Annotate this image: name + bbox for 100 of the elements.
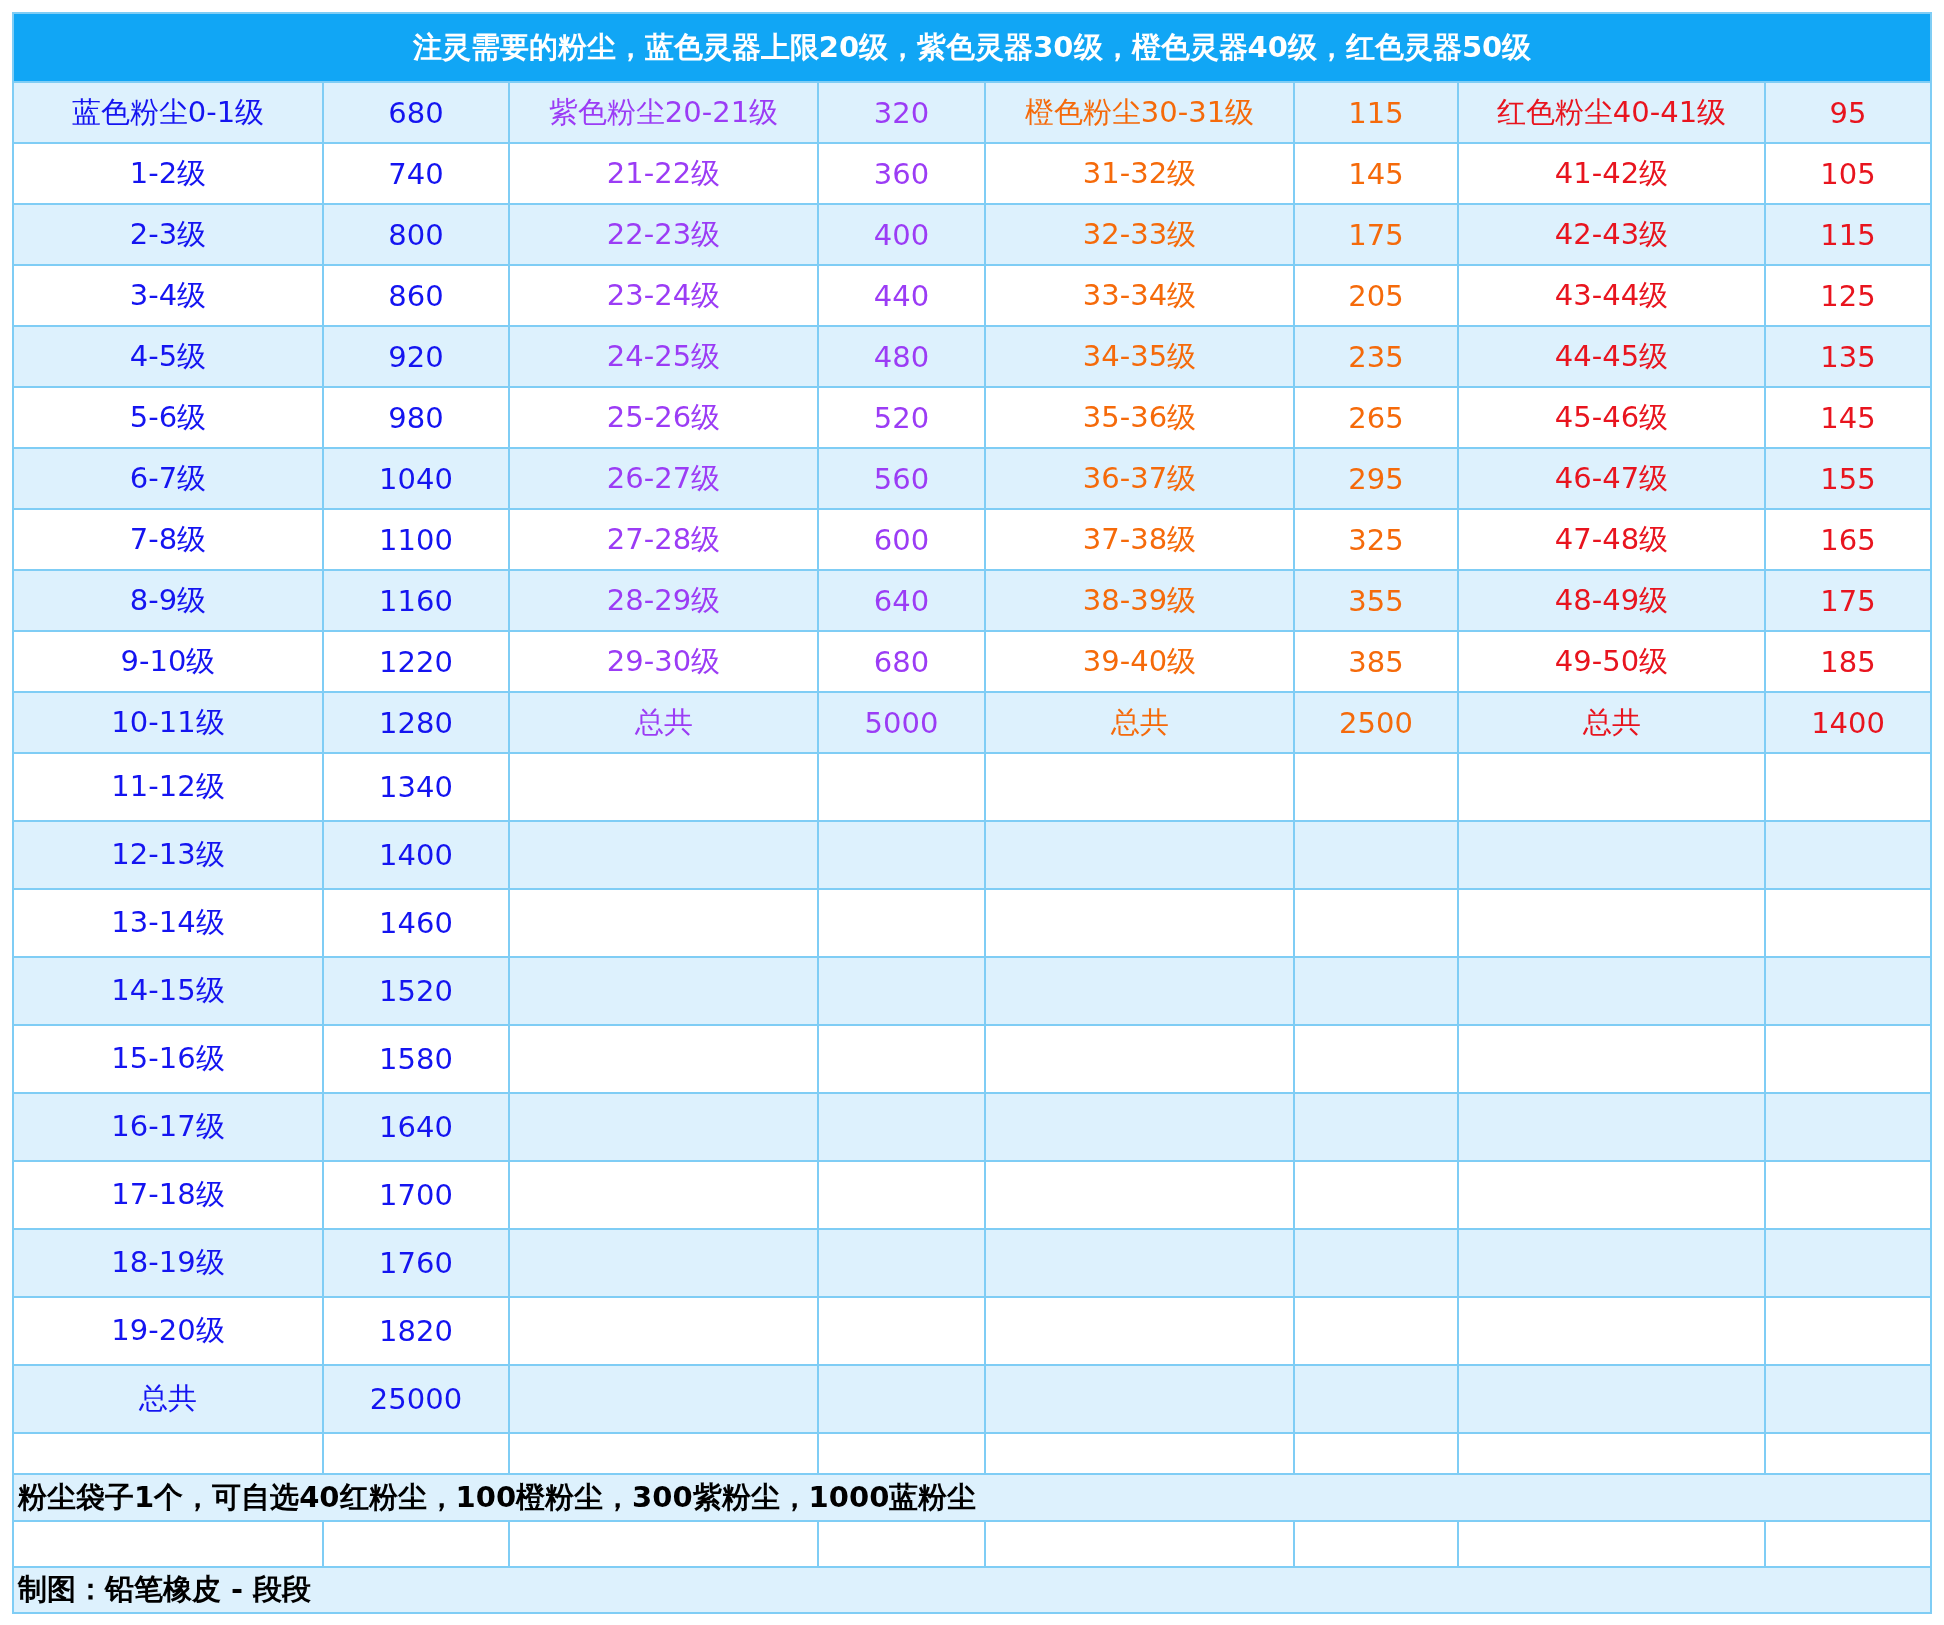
- level-cell: 32-33级: [985, 204, 1294, 265]
- amount-cell: 175: [1765, 570, 1932, 631]
- amount-cell: 115: [1294, 82, 1458, 143]
- level-cell: 蓝色粉尘0-1级: [13, 82, 323, 143]
- level-cell: 31-32级: [985, 143, 1294, 204]
- amount-cell: 265: [1294, 387, 1458, 448]
- level-cell: 4-5级: [13, 326, 323, 387]
- level-cell: 39-40级: [985, 631, 1294, 692]
- level-cell: 总共: [509, 692, 818, 753]
- amount-cell: 205: [1294, 265, 1458, 326]
- amount-cell: 1580: [323, 1025, 509, 1093]
- amount-cell: 1340: [323, 753, 509, 821]
- level-cell: 5-6级: [13, 387, 323, 448]
- amount-cell: 185: [1765, 631, 1932, 692]
- level-cell: 27-28级: [509, 509, 818, 570]
- amount-cell: 680: [818, 631, 985, 692]
- amount-cell: 740: [323, 143, 509, 204]
- level-cell: 33-34级: [985, 265, 1294, 326]
- amount-cell: 175: [1294, 204, 1458, 265]
- amount-cell: 520: [818, 387, 985, 448]
- level-cell: 23-24级: [509, 265, 818, 326]
- level-cell: 红色粉尘40-41级: [1458, 82, 1765, 143]
- amount-cell: 165: [1765, 509, 1932, 570]
- amount-cell: 2500: [1294, 692, 1458, 753]
- amount-cell: 560: [818, 448, 985, 509]
- level-cell: 22-23级: [509, 204, 818, 265]
- amount-cell: 680: [323, 82, 509, 143]
- amount-cell: 1160: [323, 570, 509, 631]
- level-cell: 24-25级: [509, 326, 818, 387]
- level-cell: 16-17级: [13, 1093, 323, 1161]
- amount-cell: 385: [1294, 631, 1458, 692]
- level-cell: 橙色粉尘30-31级: [985, 82, 1294, 143]
- amount-cell: 1400: [323, 821, 509, 889]
- level-cell: 总共: [985, 692, 1294, 753]
- amount-cell: 95: [1765, 82, 1932, 143]
- amount-cell: 800: [323, 204, 509, 265]
- level-cell: 7-8级: [13, 509, 323, 570]
- amount-cell: 1640: [323, 1093, 509, 1161]
- level-cell: 1-2级: [13, 143, 323, 204]
- amount-cell: 640: [818, 570, 985, 631]
- level-cell: 18-19级: [13, 1229, 323, 1297]
- level-cell: 36-37级: [985, 448, 1294, 509]
- level-cell: 26-27级: [509, 448, 818, 509]
- amount-cell: 1220: [323, 631, 509, 692]
- amount-cell: 1400: [1765, 692, 1932, 753]
- level-cell: 38-39级: [985, 570, 1294, 631]
- level-cell: 19-20级: [13, 1297, 323, 1365]
- level-cell: 42-43级: [1458, 204, 1765, 265]
- level-cell: 47-48级: [1458, 509, 1765, 570]
- level-cell: 总共: [1458, 692, 1765, 753]
- amount-cell: 235: [1294, 326, 1458, 387]
- amount-cell: 125: [1765, 265, 1932, 326]
- level-cell: 9-10级: [13, 631, 323, 692]
- level-cell: 29-30级: [509, 631, 818, 692]
- table-title: 注灵需要的粉尘，蓝色灵器上限20级，紫色灵器30级，橙色灵器40级，红色灵器50级: [13, 13, 1932, 82]
- note-text: 粉尘袋子1个，可自选40红粉尘，100橙粉尘，300紫粉尘，1000蓝粉尘: [13, 1474, 1932, 1521]
- level-cell: 2-3级: [13, 204, 323, 265]
- amount-cell: 295: [1294, 448, 1458, 509]
- level-cell: 13-14级: [13, 889, 323, 957]
- amount-cell: 400: [818, 204, 985, 265]
- amount-cell: 145: [1765, 387, 1932, 448]
- amount-cell: 1820: [323, 1297, 509, 1365]
- level-cell: 41-42级: [1458, 143, 1765, 204]
- amount-cell: 1280: [323, 692, 509, 753]
- level-cell: 48-49级: [1458, 570, 1765, 631]
- level-cell: 11-12级: [13, 753, 323, 821]
- amount-cell: 860: [323, 265, 509, 326]
- level-cell: 6-7级: [13, 448, 323, 509]
- amount-cell: 440: [818, 265, 985, 326]
- amount-cell: 145: [1294, 143, 1458, 204]
- level-cell: 49-50级: [1458, 631, 1765, 692]
- amount-cell: 155: [1765, 448, 1932, 509]
- amount-cell: 1760: [323, 1229, 509, 1297]
- credit-text: 制图：铅笔橡皮 - 段段: [13, 1567, 1932, 1613]
- amount-cell: 115: [1765, 204, 1932, 265]
- level-cell: 28-29级: [509, 570, 818, 631]
- amount-cell: 325: [1294, 509, 1458, 570]
- level-cell: 10-11级: [13, 692, 323, 753]
- amount-cell: 980: [323, 387, 509, 448]
- amount-cell: 320: [818, 82, 985, 143]
- level-cell: 14-15级: [13, 957, 323, 1025]
- level-cell: 17-18级: [13, 1161, 323, 1229]
- level-cell: 紫色粉尘20-21级: [509, 82, 818, 143]
- amount-cell: 105: [1765, 143, 1932, 204]
- level-cell: 21-22级: [509, 143, 818, 204]
- amount-cell: 360: [818, 143, 985, 204]
- level-cell: 43-44级: [1458, 265, 1765, 326]
- amount-cell: 355: [1294, 570, 1458, 631]
- amount-cell: 480: [818, 326, 985, 387]
- level-cell: 45-46级: [1458, 387, 1765, 448]
- amount-cell: 1100: [323, 509, 509, 570]
- amount-cell: 1460: [323, 889, 509, 957]
- level-cell: 3-4级: [13, 265, 323, 326]
- amount-cell: 5000: [818, 692, 985, 753]
- level-cell: 8-9级: [13, 570, 323, 631]
- level-cell: 25-26级: [509, 387, 818, 448]
- amount-cell: 135: [1765, 326, 1932, 387]
- level-cell: 15-16级: [13, 1025, 323, 1093]
- amount-cell: 1040: [323, 448, 509, 509]
- level-cell: 37-38级: [985, 509, 1294, 570]
